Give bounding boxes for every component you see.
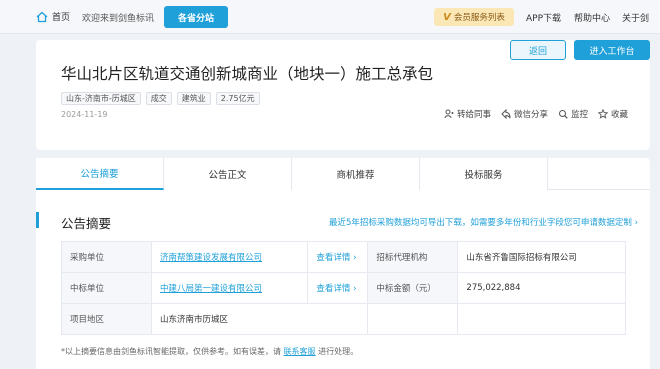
tab-bar: 公告摘要 公告正文 商机推荐 投标服务: [36, 158, 650, 190]
province-branch-button[interactable]: 各省分站: [164, 6, 228, 28]
purchaser-link[interactable]: 济南帮策建设发展有限公司: [160, 253, 262, 263]
page-title: 华山北片区轨道交通创新城商业（地块一）施工总承包: [61, 65, 434, 83]
industry-tag[interactable]: 建筑业: [176, 92, 211, 105]
summary-table: 采购单位 济南帮策建设发展有限公司 查看详情 › 招标代理机构 山东省齐鲁国际招…: [61, 241, 626, 335]
top-navigation-bar: 首页 欢迎来到剑鱼标讯 各省分站 V 会员服务列表 APP下载 帮助中心 关于剑: [0, 0, 660, 34]
data-export-link[interactable]: 最近5年招标采购数据均可导出下载，如需要多年份和行业字段您可申请数据定制 ›: [329, 216, 638, 228]
home-label: 首页: [52, 13, 71, 23]
home-link[interactable]: 首页: [36, 10, 70, 23]
purchaser-detail-link[interactable]: 查看详情 ›: [307, 241, 369, 273]
table-row: 中标单位 中建八局第一建设有限公司 查看详情 › 中标金额（元） 275,022…: [61, 272, 626, 304]
tab-content[interactable]: 公告正文: [164, 158, 292, 190]
bid-amount-label: 中标金额（元）: [367, 272, 459, 304]
data-export-label: 最近5年招标采购数据均可导出下载，如需要多年份和行业字段您可申请数据定制: [328, 218, 632, 228]
tab-recommendations[interactable]: 商机推荐: [292, 158, 420, 190]
home-icon: [36, 11, 48, 22]
notice-body-card: 公告摘要 公告正文 商机推荐 投标服务 公告摘要 最近5年招标采购数据均可导出下…: [36, 158, 650, 369]
winner-value: 中建八局第一建设有限公司: [150, 272, 309, 304]
member-service-button[interactable]: V 会员服务列表: [434, 8, 514, 26]
vip-icon: V: [443, 11, 451, 23]
share-icon: [501, 109, 511, 119]
app-download-link[interactable]: APP下载: [526, 11, 561, 24]
member-service-label: 会员服务列表: [453, 13, 505, 23]
tab-bid-service[interactable]: 投标服务: [420, 158, 548, 190]
region-tag[interactable]: 山东-济南市-历城区: [61, 92, 141, 105]
publish-date: 2024-11-19: [61, 110, 108, 119]
winner-label: 中标单位: [61, 272, 152, 304]
tag-list: 山东-济南市-历城区 成交 建筑业 2.75亿元: [61, 92, 260, 105]
tab-summary[interactable]: 公告摘要: [36, 158, 164, 190]
purchaser-label: 采购单位: [61, 241, 152, 273]
monitor-label: 监控: [570, 110, 588, 120]
wechat-share-button[interactable]: 微信分享: [501, 108, 548, 120]
monitor-button[interactable]: 监控: [558, 108, 588, 120]
agency-value: 山东省齐鲁国际招标有限公司: [457, 241, 626, 273]
empty-cell: [367, 303, 459, 335]
notice-header-card: 返回 进入工作台 华山北片区轨道交通创新城商业（地块一）施工总承包 山东-济南市…: [36, 40, 650, 150]
section-accent-bar: [36, 212, 39, 228]
workbench-button[interactable]: 进入工作台: [574, 40, 650, 60]
purchaser-value: 济南帮策建设发展有限公司: [150, 241, 309, 273]
table-row: 采购单位 济南帮策建设发展有限公司 查看详情 › 招标代理机构 山东省齐鲁国际招…: [61, 241, 626, 273]
disclaimer-note: *以上摘要信息由剑鱼标讯智能提取，仅供参考。如有误差，请 联系客服 进行处理。: [61, 346, 358, 357]
monitor-icon: [558, 110, 568, 119]
chevron-right-icon: ›: [353, 284, 357, 294]
wechat-share-label: 微信分享: [513, 110, 548, 120]
empty-cell: [457, 303, 626, 335]
back-button[interactable]: 返回: [510, 40, 566, 60]
welcome-text: 欢迎来到剑鱼标讯: [82, 14, 155, 24]
chevron-right-icon: ›: [634, 218, 638, 228]
status-tag[interactable]: 成交: [145, 92, 172, 105]
region-value: 山东济南市历城区: [150, 303, 369, 335]
winner-detail-label: 查看详情: [316, 284, 351, 294]
section-title: 公告摘要: [61, 216, 112, 231]
winner-link[interactable]: 中建八局第一建设有限公司: [160, 284, 262, 294]
disclaimer-text: *以上摘要信息由剑鱼标讯智能提取，仅供参考。如有误差，请: [61, 347, 281, 356]
contact-support-link[interactable]: 联系客服: [284, 347, 316, 356]
forward-icon: [444, 109, 454, 119]
region-label: 项目地区: [61, 303, 152, 335]
purchaser-detail-label: 查看详情: [316, 253, 351, 263]
forward-button[interactable]: 转给同事: [444, 108, 491, 120]
bid-amount-value: 275,022,884: [457, 272, 626, 304]
forward-label: 转给同事: [456, 110, 491, 120]
agency-label: 招标代理机构: [367, 241, 459, 273]
help-center-link[interactable]: 帮助中心: [574, 11, 610, 24]
table-row: 项目地区 山东济南市历城区: [61, 303, 626, 335]
disclaimer-suffix: 进行处理。: [318, 347, 359, 356]
action-bar: 转给同事 微信分享 监控 收藏: [444, 108, 628, 120]
star-icon: [597, 109, 608, 119]
chevron-right-icon: ›: [353, 253, 357, 263]
favorite-label: 收藏: [610, 110, 628, 120]
about-link[interactable]: 关于剑: [622, 11, 649, 24]
winner-detail-link[interactable]: 查看详情 ›: [307, 272, 369, 304]
amount-tag[interactable]: 2.75亿元: [215, 92, 260, 105]
favorite-button[interactable]: 收藏: [597, 108, 628, 120]
